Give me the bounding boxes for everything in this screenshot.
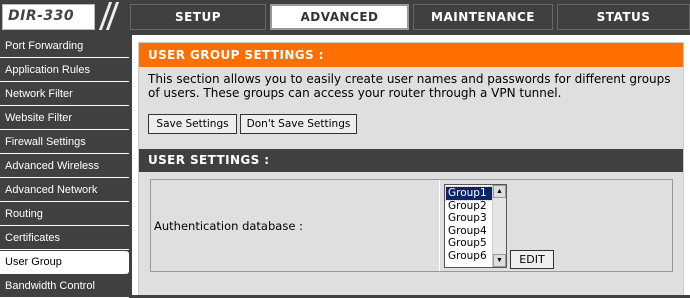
sidebar: Port Forwarding Application Rules Networ… — [0, 35, 132, 298]
model-name: DIR-330 — [8, 8, 75, 24]
group-listbox[interactable]: Group1 Group2 Group3 Group4 Group5 Group… — [444, 184, 507, 268]
group-option[interactable]: Group5 — [446, 237, 492, 250]
save-settings-button[interactable]: Save Settings — [148, 114, 237, 134]
listbox-scrollbar[interactable]: ▲ ▼ — [492, 185, 506, 267]
group-option[interactable]: Group2 — [446, 200, 492, 213]
group-option[interactable]: Group1 — [445, 186, 493, 201]
user-group-settings-title: USER GROUP SETTINGS : — [139, 43, 683, 67]
scroll-down-arrow-icon[interactable]: ▼ — [493, 254, 506, 267]
sidebar-item-network-filter[interactable]: Network Filter — [0, 83, 129, 106]
sidebar-item-routing[interactable]: Routing — [0, 203, 129, 226]
top-navigation: DIR-330 SETUP ADVANCED MAINTENANCE STATU… — [0, 0, 690, 35]
tab-advanced[interactable]: ADVANCED — [270, 4, 409, 30]
sidebar-item-website-filter[interactable]: Website Filter — [0, 107, 129, 130]
sidebar-item-application-rules[interactable]: Application Rules — [0, 59, 129, 82]
authentication-database-label: Authentication database : — [154, 219, 303, 233]
tab-status[interactable]: STATUS — [557, 4, 690, 30]
edit-button[interactable]: EDIT — [510, 250, 554, 269]
tab-setup[interactable]: SETUP — [130, 4, 266, 30]
dont-save-settings-button[interactable]: Don't Save Settings — [240, 114, 357, 134]
sidebar-item-firewall-settings[interactable]: Firewall Settings — [0, 131, 129, 154]
tab-maintenance[interactable]: MAINTENANCE — [413, 4, 553, 30]
scroll-up-arrow-icon[interactable]: ▲ — [493, 185, 506, 198]
user-settings-panel: USER SETTINGS : Authentication database … — [138, 149, 684, 295]
model-logo: DIR-330 — [2, 4, 95, 30]
sidebar-item-certificates[interactable]: Certificates — [0, 227, 129, 250]
authentication-row: Authentication database : Group1 Group2 … — [150, 179, 673, 272]
group-option[interactable]: Group4 — [446, 225, 492, 238]
user-group-description: This section allows you to easily create… — [148, 72, 671, 100]
user-settings-title: USER SETTINGS : — [139, 149, 683, 172]
row-divider — [439, 180, 440, 271]
group-option[interactable]: Group3 — [446, 212, 492, 225]
sidebar-item-user-group[interactable]: User Group — [0, 251, 129, 274]
sidebar-item-advanced-network[interactable]: Advanced Network — [0, 179, 129, 202]
main-content: USER GROUP SETTINGS : This section allow… — [132, 35, 690, 295]
sidebar-item-advanced-wireless[interactable]: Advanced Wireless — [0, 155, 129, 178]
sidebar-item-port-forwarding[interactable]: Port Forwarding — [0, 35, 129, 58]
group-option[interactable]: Group6 — [446, 250, 492, 263]
